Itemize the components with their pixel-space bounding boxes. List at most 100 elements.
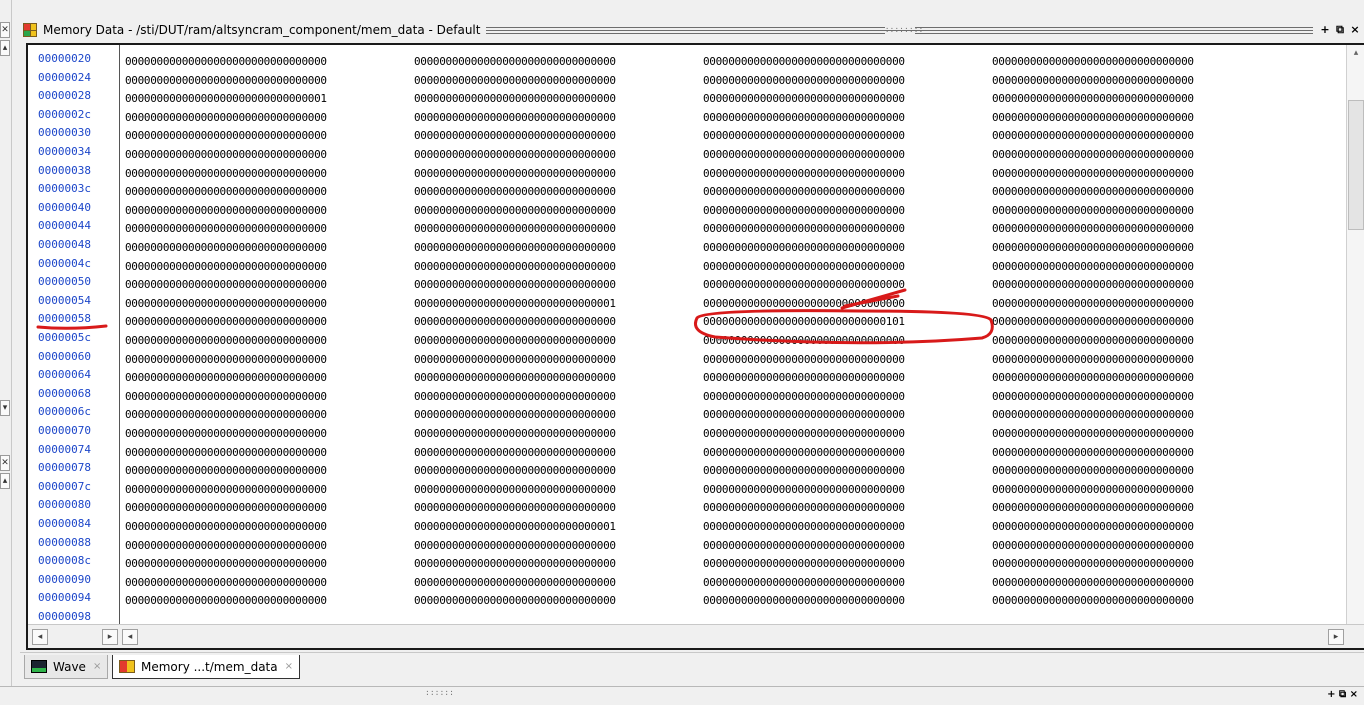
- memory-icon: [119, 660, 135, 673]
- address-label[interactable]: 00000068: [38, 385, 91, 403]
- address-column: 00000020 00000024 00000028 0000002c 00000030…: [28, 45, 120, 626]
- memory-row: 00000000000000000000000000000000 00000000…: [120, 50, 1276, 68]
- address-label[interactable]: 00000090: [38, 571, 91, 589]
- address-label[interactable]: 00000048: [38, 236, 91, 254]
- address-label[interactable]: 00000070: [38, 422, 91, 440]
- tab-memory-t-mem-data[interactable]: Memory ...t/mem_data ×: [112, 655, 300, 679]
- address-label[interactable]: 00000074: [38, 441, 91, 459]
- address-label[interactable]: 0000004c: [38, 255, 91, 273]
- scroll-up-icon-2[interactable]: ▴: [0, 473, 10, 489]
- memory-word[interactable]: 00000000000000000000000000000000: [987, 592, 1276, 610]
- memory-row: 00000000000000000000000000000000 00000000…: [120, 199, 1276, 217]
- memory-row: 00000000000000000000000000000000 00000000…: [120, 106, 1276, 124]
- memory-row: 00000000000000000000000000000000 00000000…: [120, 255, 1276, 273]
- address-label[interactable]: 00000064: [38, 366, 91, 384]
- memory-row: 00000000000000000000000000000000 00000000…: [120, 478, 1276, 496]
- memory-row: 00000000000000000000000000000000 00000000…: [120, 459, 1276, 477]
- collapse-left-icon[interactable]: ✕: [0, 22, 10, 38]
- address-label[interactable]: 00000088: [38, 534, 91, 552]
- data-scroll-right-icon[interactable]: ▸: [1328, 629, 1344, 645]
- titlebar-grip-icon[interactable]: ::::::::: [884, 24, 923, 35]
- addr-scroll-right-icon[interactable]: ▸: [102, 629, 118, 645]
- tab-label: Wave: [53, 659, 86, 674]
- address-label[interactable]: 00000044: [38, 217, 91, 235]
- address-label[interactable]: 00000084: [38, 515, 91, 533]
- address-label[interactable]: 0000007c: [38, 478, 91, 496]
- address-label[interactable]: 00000020: [38, 50, 91, 68]
- memory-row: 00000000000000000000000000000000 00000000…: [120, 496, 1276, 514]
- modelsim-workspace: ✕ ▴ ▾ ✕ ▴ Memory Data - /sti/DUT/ram/alt…: [0, 0, 1364, 705]
- scroll-down-icon[interactable]: ▾: [0, 400, 10, 416]
- memory-row: 00000000000000000000000000000000 00000000…: [120, 273, 1276, 291]
- icon-cell: [30, 24, 36, 30]
- address-label[interactable]: 00000024: [38, 69, 91, 87]
- memory-word[interactable]: 00000000000000000000000000000000: [120, 592, 409, 610]
- memory-window-icon: [23, 23, 37, 37]
- memory-data-panel[interactable]: 00000020 00000024 00000028 0000002c 00000030…: [26, 43, 1364, 650]
- memory-row: 00000000000000000000000000000000 00000000…: [120, 589, 1276, 607]
- close-tab-icon[interactable]: ×: [285, 661, 293, 672]
- address-label[interactable]: 00000058: [38, 310, 91, 328]
- memory-row: 00000000000000000000000000000000 00000000…: [120, 162, 1276, 180]
- memory-word[interactable]: 00000000000000000000000000000000: [409, 592, 698, 610]
- bottom-pane-buttons[interactable]: + ⧉ ×: [1327, 689, 1358, 700]
- data-scroll-left-icon[interactable]: ◂: [122, 629, 138, 645]
- address-label[interactable]: 00000040: [38, 199, 91, 217]
- close-window-button[interactable]: ×: [1349, 24, 1361, 36]
- icon-cell: [24, 24, 30, 30]
- memory-row: 00000000000000000000000000000000 00000000…: [120, 534, 1276, 552]
- address-label[interactable]: 00000028: [38, 87, 91, 105]
- address-label[interactable]: 0000003c: [38, 180, 91, 198]
- left-pane-edge: ✕ ▴ ▾ ✕ ▴: [0, 0, 12, 705]
- memory-row: 00000000000000000000000000000000 00000000…: [120, 441, 1276, 459]
- memory-row: 00000000000000000000000000000000 00000000…: [120, 292, 1276, 310]
- collapse-left-icon-2[interactable]: ✕: [0, 455, 10, 471]
- address-label[interactable]: 00000080: [38, 496, 91, 514]
- bottom-pane-grip-icon[interactable]: ::::::: [425, 688, 454, 697]
- address-label[interactable]: 0000005c: [38, 329, 91, 347]
- addr-scroll-left-icon[interactable]: ◂: [32, 629, 48, 645]
- undock-button[interactable]: ⧉: [1334, 24, 1346, 36]
- dock-plus-button[interactable]: +: [1319, 24, 1331, 36]
- memory-row: 00000000000000000000000000000000 00000000…: [120, 180, 1276, 198]
- memory-row: 00000000000000000000000000000000 00000000…: [120, 124, 1276, 142]
- memory-row: 00000000000000000000000000000000 00000000…: [120, 515, 1276, 533]
- address-label[interactable]: 00000030: [38, 124, 91, 142]
- memory-row: 00000000000000000000000000000000 00000000…: [120, 366, 1276, 384]
- memory-row: 00000000000000000000000000000000 00000000…: [120, 69, 1276, 87]
- memory-row: 00000000000000000000000000000000 00000000…: [120, 236, 1276, 254]
- memory-data-grid[interactable]: 00000000000000000000000000000000 00000000…: [120, 45, 1346, 626]
- address-label[interactable]: 00000034: [38, 143, 91, 161]
- memory-row: 00000000000000000000000000000001 00000000…: [120, 87, 1276, 105]
- scroll-up-arrow-icon[interactable]: ▴: [1348, 45, 1364, 61]
- address-label[interactable]: 00000050: [38, 273, 91, 291]
- memory-row: 00000000000000000000000000000000 00000000…: [120, 552, 1276, 570]
- address-label[interactable]: 00000060: [38, 348, 91, 366]
- address-label[interactable]: 0000008c: [38, 552, 91, 570]
- address-label[interactable]: 00000078: [38, 459, 91, 477]
- icon-cell: [30, 30, 36, 36]
- vertical-scroll-thumb[interactable]: [1348, 100, 1364, 230]
- tab-wave[interactable]: Wave ×: [24, 655, 109, 679]
- address-label[interactable]: 0000006c: [38, 403, 91, 421]
- titlebar-rule: ::::::::: [486, 24, 1313, 35]
- memory-row: 00000000000000000000000000000000 00000000…: [120, 422, 1276, 440]
- memory-window-titlebar[interactable]: Memory Data - /sti/DUT/ram/altsyncram_co…: [20, 19, 1364, 41]
- scroll-up-icon[interactable]: ▴: [0, 40, 10, 56]
- memory-row: 00000000000000000000000000000000 00000000…: [120, 348, 1276, 366]
- address-label[interactable]: 00000054: [38, 292, 91, 310]
- memory-row: 00000000000000000000000000000000 00000000…: [120, 143, 1276, 161]
- memory-row: 00000000000000000000000000000000 00000000…: [120, 403, 1276, 421]
- vertical-scrollbar[interactable]: ▴: [1346, 45, 1364, 626]
- memory-row: 00000000000000000000000000000000 00000000…: [120, 329, 1276, 347]
- horizontal-scrollbar[interactable]: ◂ ▸ ◂ ▸: [28, 624, 1364, 648]
- tab-label: Memory ...t/mem_data: [141, 659, 278, 674]
- memory-word[interactable]: 00000000000000000000000000000000: [698, 592, 987, 610]
- close-tab-icon[interactable]: ×: [93, 661, 101, 672]
- memory-row: 00000000000000000000000000000000 00000000…: [120, 385, 1276, 403]
- bottom-pane-header: :::::: + ⧉ ×: [0, 686, 1364, 705]
- address-label[interactable]: 00000094: [38, 589, 91, 607]
- wave-icon: [31, 660, 47, 673]
- address-label[interactable]: 0000002c: [38, 106, 91, 124]
- address-label[interactable]: 00000038: [38, 162, 91, 180]
